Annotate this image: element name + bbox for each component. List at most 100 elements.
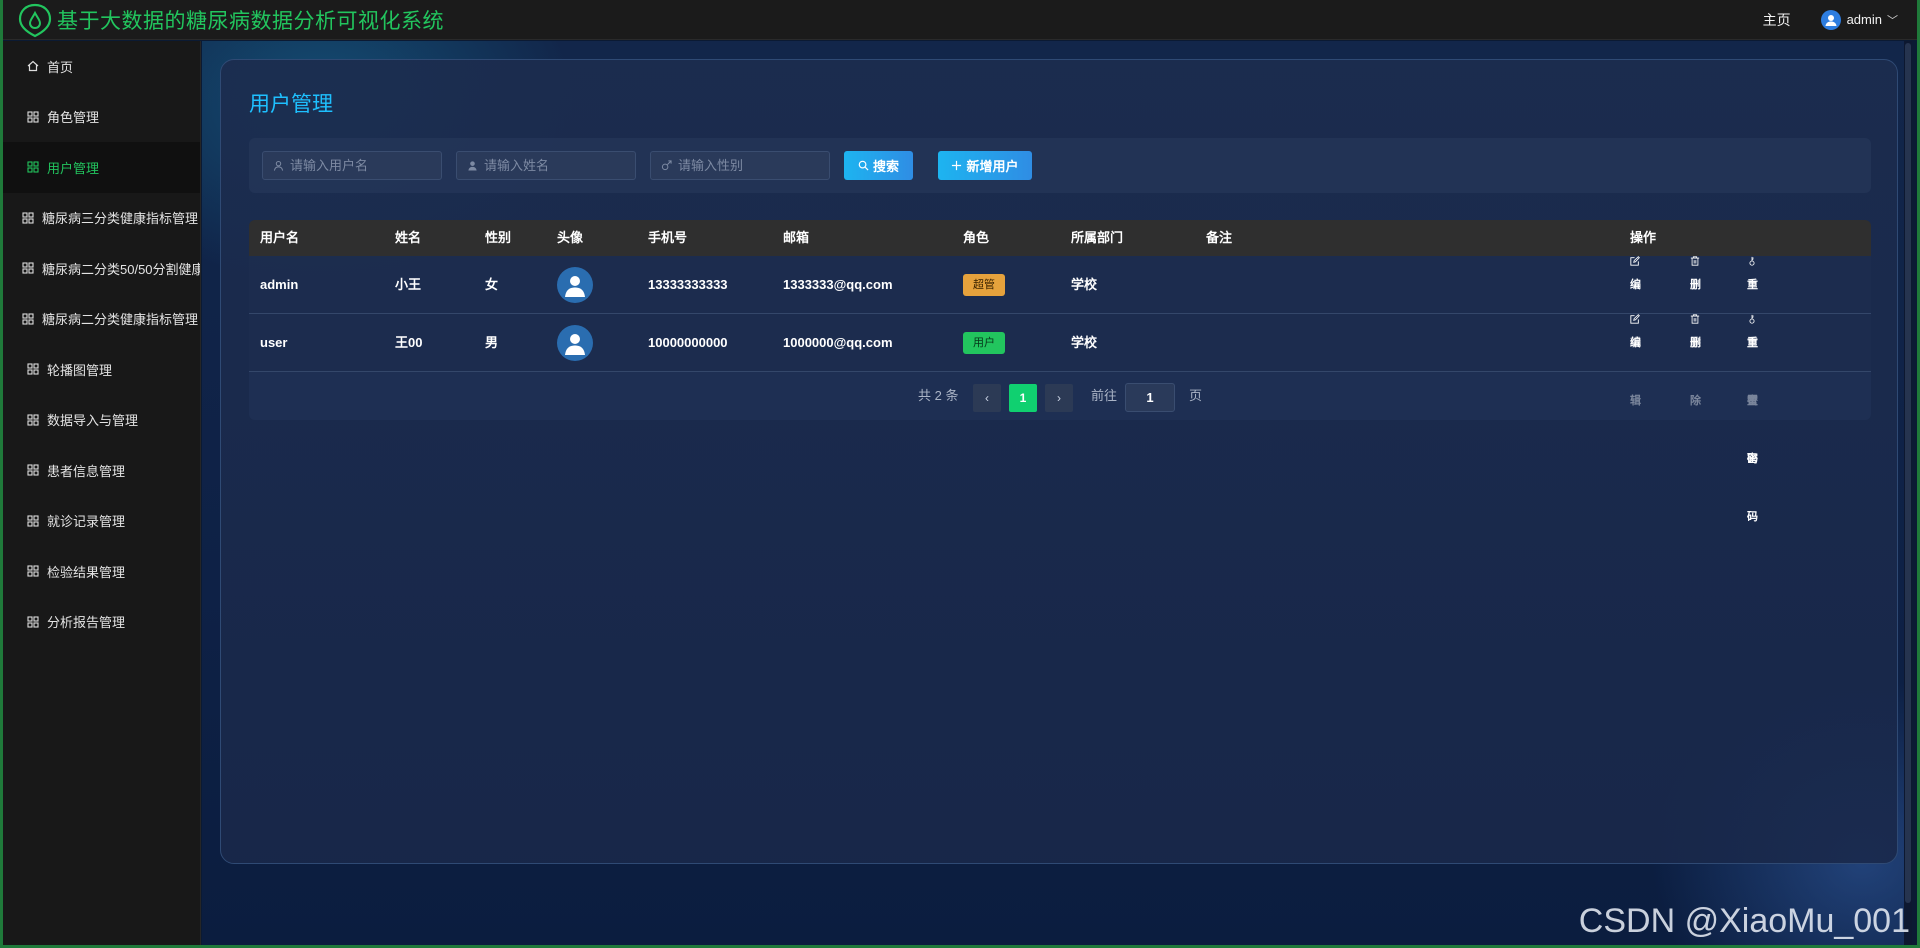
grid-icon: [27, 464, 39, 476]
user-name: admin: [1846, 12, 1882, 27]
page-1-button[interactable]: 1: [1009, 384, 1037, 412]
sidebar-item-label: 糖尿病二分类健康指标管理: [42, 312, 199, 328]
top-header: 基于大数据的糖尿病数据分析可视化系统 主页 admin ﹀: [0, 0, 1920, 40]
grid-icon: [27, 616, 39, 628]
grid-icon: [22, 262, 34, 274]
reset-password-button[interactable]: 重置密码: [1747, 256, 1761, 465]
goto-page-input[interactable]: [1125, 383, 1175, 412]
grid-icon: [27, 111, 39, 123]
sidebar-item-label: 首页: [47, 59, 74, 75]
watermark: CSDN @XiaoMu_001: [1578, 902, 1910, 940]
sidebar-item-diabetes-2class-5050[interactable]: 糖尿病二分类50/50分割健康指标管理: [0, 243, 200, 294]
sidebar-item-label: 用户管理: [47, 160, 100, 176]
sidebar-item-label: 角色管理: [47, 110, 100, 126]
column-header: 操作: [1630, 230, 1657, 245]
home-link[interactable]: 主页: [1763, 10, 1791, 30]
cell-department: 学校: [1071, 335, 1098, 350]
column-header: 角色: [963, 230, 990, 245]
pagination-total: 共 2 条: [918, 388, 959, 403]
grid-icon: [27, 363, 39, 375]
sidebar-item-label: 糖尿病三分类健康指标管理: [42, 211, 199, 227]
sidebar-item-label: 就诊记录管理: [47, 514, 126, 530]
sidebar-item-roles[interactable]: 角色管理: [0, 92, 200, 143]
gender-input[interactable]: [678, 158, 818, 173]
gender-filter[interactable]: [650, 151, 830, 180]
column-header: 性别: [485, 230, 512, 245]
user-management-card: 用户管理 搜索 新增用户: [220, 59, 1898, 864]
reset-password-button[interactable]: 重置密码: [1747, 314, 1761, 523]
logo-icon: [18, 3, 52, 37]
column-header: 手机号: [648, 230, 688, 245]
grid-icon: [27, 161, 39, 173]
cell-username: admin: [260, 277, 299, 292]
sidebar-item-visits[interactable]: 就诊记录管理: [0, 496, 200, 547]
search-button[interactable]: 搜索: [844, 151, 913, 180]
sidebar-item-label: 检验结果管理: [47, 564, 126, 580]
sidebar-item-label: 分析报告管理: [47, 615, 126, 631]
grid-icon: [27, 565, 39, 577]
cell-department: 学校: [1071, 277, 1098, 292]
sidebar: 首页 角色管理 用户管理 糖尿病三分类健康指标管理 糖尿病二分类50/50分割健…: [0, 41, 201, 948]
delete-button[interactable]: 删除: [1690, 314, 1704, 407]
sidebar-item-users[interactable]: 用户管理: [0, 142, 200, 193]
column-header: 头像: [557, 230, 584, 245]
sidebar-item-lab-results[interactable]: 检验结果管理: [0, 546, 200, 597]
app-title: 基于大数据的糖尿病数据分析可视化系统: [57, 9, 444, 33]
goto-label: 前往: [1091, 388, 1118, 403]
sidebar-item-diabetes-3class[interactable]: 糖尿病三分类健康指标管理: [0, 193, 200, 244]
sidebar-item-patients[interactable]: 患者信息管理: [0, 445, 200, 496]
plus-icon: [952, 160, 962, 171]
sidebar-item-home[interactable]: 首页: [0, 41, 200, 92]
chevron-down-icon: ﹀: [1887, 14, 1898, 27]
user-icon: [273, 160, 284, 171]
sidebar-item-diabetes-2class[interactable]: 糖尿病二分类健康指标管理: [0, 294, 200, 345]
status-badge: 超管: [963, 274, 1005, 296]
column-header: 所属部门: [1071, 230, 1124, 245]
scrollbar[interactable]: [1904, 41, 1912, 945]
grid-icon: [27, 414, 39, 426]
pagination: 共 2 条 ‹ 1 › 前往 页: [249, 372, 1871, 420]
grid-icon: [27, 515, 39, 527]
scrollbar-thumb[interactable]: [1905, 43, 1911, 903]
grid-icon: [22, 212, 34, 224]
next-page-button[interactable]: ›: [1045, 384, 1073, 412]
sidebar-item-reports[interactable]: 分析报告管理: [0, 597, 200, 648]
cell-phone: 13333333333: [648, 277, 728, 292]
column-header: 备注: [1206, 230, 1233, 245]
username-input[interactable]: [290, 158, 430, 173]
add-user-button[interactable]: 新增用户: [938, 151, 1032, 180]
prev-page-button[interactable]: ‹: [973, 384, 1001, 412]
sidebar-item-label: 数据导入与管理: [47, 413, 139, 429]
user-table: 用户名 姓名 性别 头像 手机号 邮箱 角色 所属部门 备注 操作 admin …: [249, 220, 1871, 523]
sidebar-item-carousel[interactable]: 轮播图管理: [0, 344, 200, 395]
grid-icon: [22, 313, 34, 325]
table-row: admin 小王 女 13333333333 1333333@qq.com 超管…: [249, 256, 1871, 465]
edit-button[interactable]: 编辑: [1630, 314, 1644, 407]
name-filter[interactable]: [456, 151, 636, 180]
user-menu[interactable]: admin ﹀: [1820, 9, 1898, 30]
avatar-person-icon: [565, 334, 585, 355]
avatar: [557, 325, 593, 361]
edit-button[interactable]: 编辑: [1630, 256, 1644, 349]
user-avatar-icon: [1820, 9, 1841, 30]
page-title: 用户管理: [249, 93, 333, 116]
avatar-person-icon: [565, 276, 585, 297]
delete-button[interactable]: 删除: [1690, 256, 1704, 349]
column-header: 用户名: [260, 230, 300, 245]
page-unit-label: 页: [1189, 388, 1203, 403]
search-button-label: 搜索: [872, 159, 899, 174]
reset-password-label: 重置密码: [1747, 337, 1758, 523]
column-header: 姓名: [395, 230, 422, 245]
status-badge: 用户: [963, 332, 1005, 354]
username-filter[interactable]: [262, 151, 442, 180]
sidebar-item-label: 糖尿病二分类50/50分割健康指标管理: [42, 261, 200, 277]
user-filled-icon: [468, 161, 477, 171]
filter-bar: 搜索 新增用户: [249, 138, 1871, 193]
cell-username: user: [260, 335, 288, 350]
main-content: 用户管理 搜索 新增用户: [202, 41, 1912, 945]
search-icon: [858, 160, 869, 171]
cell-name: 王00: [395, 335, 423, 350]
sidebar-item-data-import[interactable]: 数据导入与管理: [0, 395, 200, 446]
name-input[interactable]: [484, 158, 624, 173]
home-icon: [27, 60, 39, 72]
